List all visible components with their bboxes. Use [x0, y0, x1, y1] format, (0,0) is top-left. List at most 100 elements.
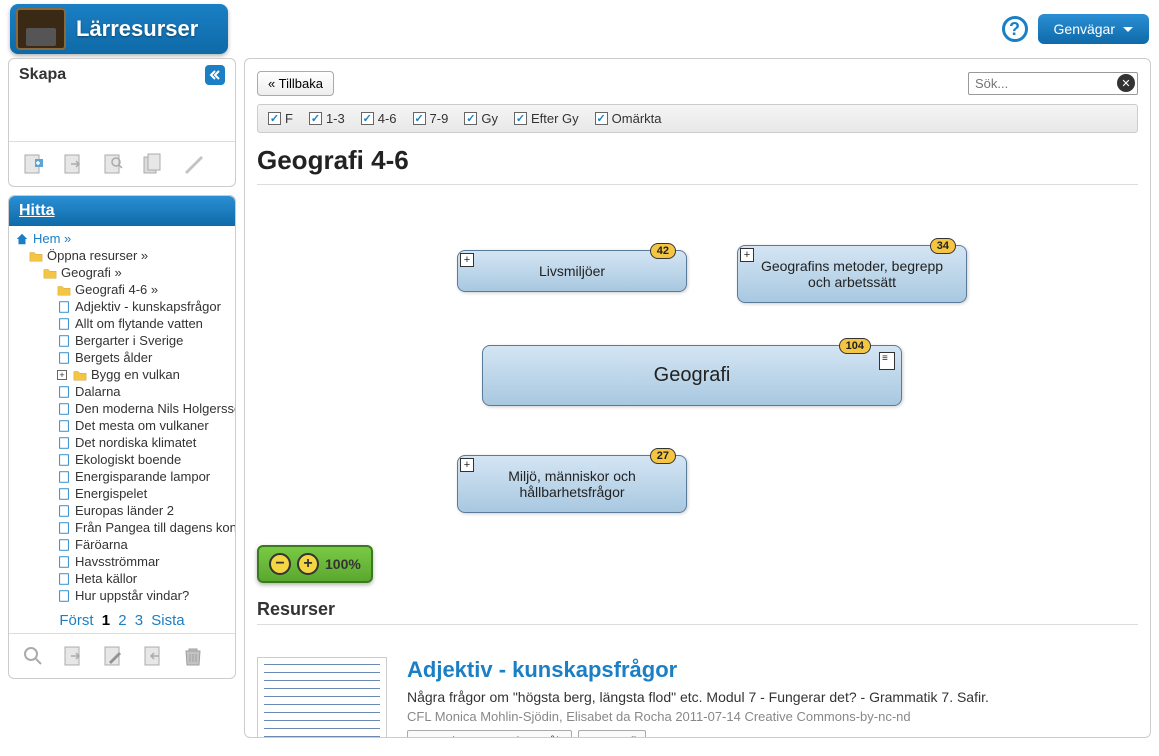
filter-item[interactable]: F: [268, 111, 293, 126]
tree-item[interactable]: Havsströmmar: [15, 553, 229, 570]
tag[interactable]: Geografi: [578, 730, 646, 738]
search-input[interactable]: [968, 72, 1138, 95]
tree-item-label: Dalarna: [75, 384, 121, 399]
page-icon: [57, 419, 71, 433]
tree-item[interactable]: Adjektiv - kunskapsfrågor: [15, 298, 229, 315]
tree-item[interactable]: Öppna resurser »: [15, 247, 229, 264]
expand-icon[interactable]: +: [460, 253, 474, 267]
page-icon: [57, 385, 71, 399]
search-button[interactable]: [17, 642, 49, 670]
filter-item[interactable]: Efter Gy: [514, 111, 579, 126]
tree-item[interactable]: Det mesta om vulkaner: [15, 417, 229, 434]
tree-item[interactable]: Ekologiskt boende: [15, 451, 229, 468]
tree-item[interactable]: Den moderna Nils Holgersso: [15, 400, 229, 417]
zoom-in-button[interactable]: +: [297, 553, 319, 575]
doc-icon[interactable]: [879, 352, 895, 370]
skapa-toolbar: [9, 141, 235, 186]
node-miljo[interactable]: + 27 Miljö, människor och hållbarhetsfrå…: [457, 455, 687, 513]
tree-item[interactable]: Heta källor: [15, 570, 229, 587]
tree-item[interactable]: Färöarna: [15, 536, 229, 553]
filter-bar: F 1-3 4-6 7-9 Gy Efter Gy Omärkta: [257, 104, 1138, 133]
trash-icon: [181, 644, 205, 668]
zoom-out-button[interactable]: −: [269, 553, 291, 575]
node-label: Geografi: [654, 364, 731, 386]
page-icon: [57, 470, 71, 484]
collapse-button[interactable]: [205, 65, 225, 85]
tree-item[interactable]: Energisparande lampor: [15, 468, 229, 485]
tree-item[interactable]: Dalarna: [15, 383, 229, 400]
edit-button[interactable]: [97, 642, 129, 670]
panel-hitta-title[interactable]: Hitta: [19, 202, 55, 220]
tree-item-label: Det mesta om vulkaner: [75, 418, 209, 433]
node-livsmiljoer[interactable]: + 42 Livsmiljöer: [457, 250, 687, 292]
tree-item-label: Adjektiv - kunskapsfrågor: [75, 299, 221, 314]
tree-item[interactable]: Bergets ålder: [15, 349, 229, 366]
page-icon: [57, 589, 71, 603]
pager-page[interactable]: 3: [135, 612, 143, 629]
page-icon: [57, 555, 71, 569]
tree-item[interactable]: Geografi »: [15, 264, 229, 281]
expand-icon[interactable]: +: [740, 248, 754, 262]
import-button[interactable]: [137, 642, 169, 670]
filter-item[interactable]: Gy: [464, 111, 498, 126]
resource-title[interactable]: Adjektiv - kunskapsfrågor: [407, 657, 989, 683]
expand-icon[interactable]: +: [57, 370, 67, 380]
tree-item[interactable]: Hur uppstår vindar?: [15, 587, 229, 604]
tree-item-label: Ekologiskt boende: [75, 452, 181, 467]
node-badge: 34: [930, 238, 956, 254]
tree-item-label: Färöarna: [75, 537, 128, 552]
pager-page[interactable]: 1: [102, 612, 110, 629]
pager-page[interactable]: 2: [118, 612, 126, 629]
node-metoder[interactable]: + 34 Geografins metoder, begrepp och arb…: [737, 245, 967, 303]
help-icon[interactable]: ?: [1002, 16, 1028, 42]
checkbox-icon[interactable]: [309, 112, 322, 125]
export-button[interactable]: [57, 642, 89, 670]
tree-item[interactable]: Det nordiska klimatet: [15, 434, 229, 451]
page-icon: [57, 317, 71, 331]
tree-item[interactable]: Energispelet: [15, 485, 229, 502]
tree[interactable]: Hem » Öppna resurser »Geografi »Geografi…: [9, 226, 235, 608]
chevron-left-double-icon: [208, 68, 222, 82]
back-button[interactable]: « Tillbaka: [257, 71, 334, 96]
filter-item[interactable]: 7-9: [413, 111, 449, 126]
tree-home-label: Hem »: [33, 231, 71, 246]
brush-button[interactable]: [177, 150, 209, 178]
tree-item[interactable]: Från Pangea till dagens kon: [15, 519, 229, 536]
doc-copy-button[interactable]: [137, 150, 169, 178]
expand-icon[interactable]: +: [460, 458, 474, 472]
checkbox-icon[interactable]: [413, 112, 426, 125]
node-label: Livsmiljöer: [539, 263, 605, 279]
checkbox-icon[interactable]: [514, 112, 527, 125]
filter-item[interactable]: 1-3: [309, 111, 345, 126]
tree-home[interactable]: Hem »: [15, 230, 229, 247]
checkbox-icon[interactable]: [268, 112, 281, 125]
checkbox-icon[interactable]: [464, 112, 477, 125]
tag[interactable]: Svenska som andraspråk: [407, 730, 572, 738]
tree-item[interactable]: Geografi 4-6 »: [15, 281, 229, 298]
folder-icon: [57, 283, 71, 297]
page-icon: [57, 300, 71, 314]
pager-first[interactable]: Först: [59, 612, 93, 629]
brand[interactable]: Lärresurser: [10, 4, 228, 54]
doc-search-button[interactable]: [97, 150, 129, 178]
search-clear-button[interactable]: ✕: [1117, 74, 1135, 92]
new-doc-icon: [21, 152, 45, 176]
tree-item[interactable]: Bergarter i Sverige: [15, 332, 229, 349]
doc-arrow-button[interactable]: [57, 150, 89, 178]
filter-item[interactable]: 4-6: [361, 111, 397, 126]
checkbox-icon[interactable]: [595, 112, 608, 125]
tree-item-label: Energisparande lampor: [75, 469, 210, 484]
resource-thumbnail[interactable]: [257, 657, 387, 738]
filter-item[interactable]: Omärkta: [595, 111, 662, 126]
node-central[interactable]: 104 Geografi: [482, 345, 902, 406]
tree-item[interactable]: Europas länder 2: [15, 502, 229, 519]
delete-button[interactable]: [177, 642, 209, 670]
tree-item[interactable]: Allt om flytande vatten: [15, 315, 229, 332]
tree-item[interactable]: +Bygg en vulkan: [15, 366, 229, 383]
shortcuts-button[interactable]: Genvägar: [1038, 14, 1149, 44]
import-icon: [141, 644, 165, 668]
pager-last[interactable]: Sista: [151, 612, 184, 629]
checkbox-icon[interactable]: [361, 112, 374, 125]
mindmap[interactable]: + 42 Livsmiljöer + 34 Geografins metoder…: [257, 205, 1138, 525]
new-doc-button[interactable]: [17, 150, 49, 178]
